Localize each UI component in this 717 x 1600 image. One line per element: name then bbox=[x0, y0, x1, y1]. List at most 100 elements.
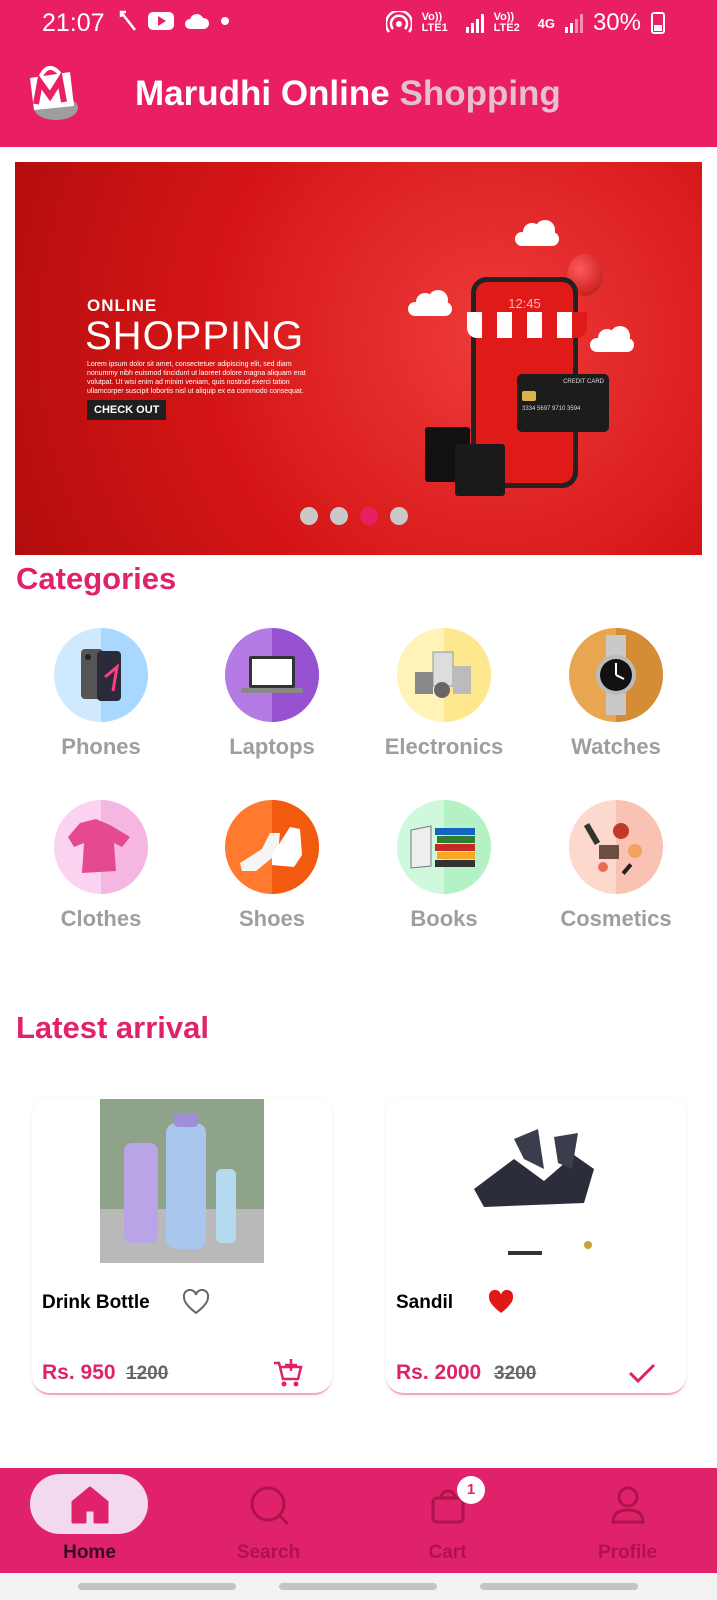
youtube-icon bbox=[148, 12, 174, 30]
category-shoes[interactable]: Shoes bbox=[186, 800, 358, 932]
product-price: Rs. 950 bbox=[42, 1361, 116, 1384]
category-image bbox=[225, 800, 319, 894]
hotspot-icon bbox=[385, 11, 412, 33]
favorite-filled-icon[interactable] bbox=[487, 1289, 515, 1315]
battery-icon bbox=[651, 12, 665, 34]
product-image bbox=[454, 1099, 618, 1263]
gesture-handle[interactable] bbox=[480, 1583, 638, 1590]
status-right: Vo)) LTE1 Vo)) LTE2 4G 30% bbox=[385, 9, 665, 37]
app-title: Marudhi Online Shopping bbox=[135, 74, 561, 114]
add-to-cart-icon[interactable] bbox=[272, 1357, 304, 1389]
app-title-main: Marudhi Online bbox=[135, 74, 390, 113]
categories-title: Categories bbox=[16, 561, 177, 596]
category-electronics[interactable]: Electronics bbox=[358, 628, 530, 760]
signal-1-icon bbox=[465, 13, 484, 33]
network-type-label: 4G bbox=[537, 15, 555, 31]
home-icon bbox=[71, 1486, 108, 1524]
card-label: CREDIT CARD bbox=[563, 379, 604, 385]
product-name: Sandil bbox=[396, 1292, 454, 1313]
category-label: Watches bbox=[571, 734, 661, 759]
banner-body-text: Lorem ipsum dolor sit amet, consectetuer… bbox=[87, 361, 306, 395]
category-image bbox=[54, 800, 148, 894]
product-name: Drink Bottle bbox=[42, 1292, 150, 1313]
carousel-dot[interactable] bbox=[330, 507, 348, 525]
category-image bbox=[397, 628, 491, 722]
product-image bbox=[100, 1099, 264, 1263]
card-number: 3334 5697 9710 3594 bbox=[522, 406, 581, 412]
category-label: Phones bbox=[61, 734, 141, 759]
phone-time: 12:45 bbox=[508, 296, 541, 311]
gesture-handle[interactable] bbox=[78, 1583, 236, 1590]
app-logo[interactable] bbox=[18, 58, 90, 130]
cloud-decoration bbox=[590, 326, 634, 352]
shopping-bag-icon bbox=[455, 444, 505, 496]
latest-arrival-title: Latest arrival bbox=[16, 1010, 209, 1045]
banner-label-small: ONLINE bbox=[87, 296, 158, 315]
carousel-dot[interactable] bbox=[300, 507, 318, 525]
network-2-label: Vo)) LTE2 bbox=[493, 11, 520, 34]
banner-label-big: SHOPPING bbox=[85, 314, 305, 358]
nav-profile[interactable]: Profile bbox=[538, 1468, 717, 1573]
books-icon bbox=[410, 825, 475, 869]
category-clothes[interactable]: Clothes bbox=[15, 800, 187, 932]
cloud-decoration bbox=[408, 290, 452, 316]
banner-checkout-button[interactable]: CHECK OUT bbox=[87, 400, 167, 420]
laptop-icon bbox=[241, 656, 303, 693]
gesture-handle[interactable] bbox=[279, 1583, 437, 1590]
carousel-dot[interactable] bbox=[390, 507, 408, 525]
favorite-outline-icon[interactable] bbox=[182, 1289, 210, 1315]
notification-icons bbox=[118, 10, 230, 32]
category-image bbox=[54, 628, 148, 722]
watch-icon bbox=[596, 635, 636, 715]
product-card[interactable]: Sandil Rs. 2000 3200 bbox=[386, 1097, 686, 1395]
product-old-price: 1200 bbox=[126, 1363, 169, 1384]
carousel-indicators bbox=[300, 507, 408, 525]
category-label: Cosmetics bbox=[560, 906, 672, 931]
category-books[interactable]: Books bbox=[358, 800, 530, 932]
electronics-icon bbox=[415, 651, 471, 698]
product-price: Rs. 2000 bbox=[396, 1361, 482, 1384]
system-gesture-bar bbox=[0, 1573, 717, 1600]
category-phones[interactable]: Phones bbox=[15, 628, 187, 760]
promo-banner-carousel[interactable]: ONLINE SHOPPING Lorem ipsum dolor sit am… bbox=[15, 162, 702, 555]
category-cosmetics[interactable]: Cosmetics bbox=[530, 800, 702, 932]
added-check-icon[interactable] bbox=[626, 1357, 658, 1389]
product-old-price: 3200 bbox=[494, 1363, 537, 1384]
categories-grid: Phones Laptops Electronics Watches Cloth… bbox=[0, 628, 717, 948]
category-label: Electronics bbox=[384, 734, 504, 759]
signal-2-icon bbox=[564, 13, 583, 33]
missed-call-icon bbox=[119, 10, 136, 31]
nav-cart[interactable]: 1 Cart bbox=[358, 1468, 537, 1573]
nav-label: Search bbox=[236, 1542, 301, 1563]
phone-icon bbox=[81, 649, 121, 701]
cosmetics-icon bbox=[583, 822, 642, 875]
category-watches[interactable]: Watches bbox=[530, 628, 702, 760]
credit-card-illustration: CREDIT CARD 3334 5697 9710 3594 bbox=[517, 374, 609, 432]
nav-label: Profile bbox=[597, 1542, 658, 1563]
clothes-icon bbox=[68, 819, 130, 873]
product-card[interactable]: Drink Bottle Rs. 950 1200 bbox=[32, 1097, 332, 1395]
app-header: 21:07 Vo)) LTE1 Vo)) LTE2 4G 30% Marudhi… bbox=[0, 0, 717, 147]
cloud-icon bbox=[185, 14, 210, 29]
category-label: Books bbox=[410, 906, 478, 931]
battery-percent: 30% bbox=[592, 9, 641, 36]
nav-home[interactable]: Home bbox=[0, 1468, 179, 1573]
category-label: Clothes bbox=[60, 906, 142, 931]
network-1-label: Vo)) LTE1 bbox=[421, 11, 448, 34]
status-time: 21:07 bbox=[42, 9, 105, 37]
category-image bbox=[225, 628, 319, 722]
search-icon bbox=[250, 1486, 289, 1526]
category-image bbox=[569, 628, 663, 722]
nav-label: Home bbox=[63, 1542, 116, 1563]
card-chip-icon bbox=[522, 391, 536, 401]
category-image bbox=[397, 800, 491, 894]
app-title-accent: Shopping bbox=[399, 74, 561, 113]
carousel-dot-active[interactable] bbox=[360, 507, 378, 525]
category-laptops[interactable]: Laptops bbox=[186, 628, 358, 760]
cloud-decoration bbox=[515, 220, 559, 246]
nav-label: Cart bbox=[428, 1542, 467, 1563]
nav-search[interactable]: Search bbox=[179, 1468, 358, 1573]
cart-badge: 1 bbox=[457, 1476, 485, 1504]
category-label: Shoes bbox=[238, 906, 306, 931]
category-image bbox=[569, 800, 663, 894]
